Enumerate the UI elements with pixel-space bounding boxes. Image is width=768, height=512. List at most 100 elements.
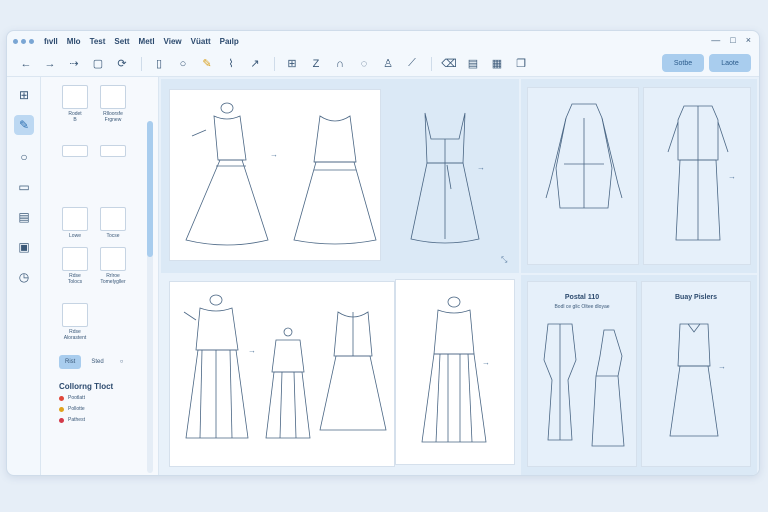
circle-icon[interactable]: ○ bbox=[172, 55, 194, 73]
canvas-panel: → bbox=[521, 79, 757, 273]
design-canvas[interactable]: → → ⤡ → → → Postal 110 Bodl ce glic Olte… bbox=[159, 77, 759, 475]
zigzag-icon[interactable]: Z bbox=[305, 55, 327, 73]
dress-sketch bbox=[669, 323, 719, 437]
legend-item[interactable]: Pathest bbox=[59, 417, 85, 423]
dress-sketch bbox=[591, 329, 625, 447]
toolbar-divider bbox=[274, 56, 275, 71]
menu-file[interactable]: fıvll bbox=[44, 37, 58, 46]
library-item[interactable]: Tocse bbox=[93, 207, 133, 239]
rotate-icon[interactable]: ◌ bbox=[353, 55, 375, 73]
canvas-panel: → → ⤡ bbox=[161, 79, 519, 273]
menu-set[interactable]: Sett bbox=[114, 37, 129, 46]
menu-bar: fıvll Mlo Test Sett Metl View Vüatt Paıl… bbox=[7, 31, 759, 51]
back-icon[interactable]: ← bbox=[15, 55, 37, 73]
menu-text[interactable]: Test bbox=[90, 37, 106, 46]
scrollbar-thumb[interactable] bbox=[147, 121, 153, 257]
legend-label: Pootlatt bbox=[68, 395, 85, 401]
library-scrollbar[interactable] bbox=[147, 121, 153, 473]
sketch-card[interactable]: Buay Pislers → bbox=[641, 281, 751, 467]
library-item[interactable]: Rrlroe Tomelygller bbox=[93, 247, 133, 285]
lasso-icon[interactable]: ⟋ bbox=[401, 55, 423, 73]
grid-icon[interactable]: ⊞ bbox=[281, 55, 303, 73]
minimize-icon[interactable]: — bbox=[711, 35, 720, 45]
arrow-icon: → bbox=[248, 346, 256, 355]
library-item-label: Rdse Alorastent bbox=[63, 329, 87, 341]
forward-icon[interactable]: → bbox=[39, 55, 61, 73]
circle-icon[interactable]: ○ bbox=[14, 147, 34, 167]
layers-icon[interactable]: ▤ bbox=[462, 55, 484, 73]
file-icon[interactable]: ▢ bbox=[87, 55, 109, 73]
dress-sketch bbox=[410, 112, 480, 244]
dress-sketch bbox=[265, 327, 311, 439]
maximize-icon[interactable]: □ bbox=[730, 35, 735, 45]
grid-icon[interactable]: ⊞ bbox=[14, 85, 34, 105]
toolbar-button-secondary[interactable]: Laote bbox=[709, 54, 751, 72]
library-item-label: Tocse bbox=[106, 233, 120, 239]
library-thumbnail bbox=[62, 145, 88, 157]
library-thumbnail bbox=[62, 207, 88, 231]
curve-icon[interactable]: ↗ bbox=[244, 55, 266, 73]
library-item-label: Lowe bbox=[69, 233, 81, 239]
library-item[interactable]: Rodet B bbox=[55, 85, 95, 123]
menu-help[interactable]: Paılp bbox=[220, 37, 239, 46]
library-item[interactable] bbox=[93, 145, 133, 159]
library-thumbnail bbox=[100, 207, 126, 231]
library-item[interactable] bbox=[55, 145, 95, 159]
eraser-icon[interactable]: ⌫ bbox=[438, 55, 460, 73]
menu-window[interactable]: Vüatt bbox=[191, 37, 211, 46]
toolbar-divider bbox=[431, 56, 432, 71]
pen-icon[interactable]: ✎ bbox=[196, 55, 218, 73]
arrow-icon: → bbox=[477, 163, 485, 172]
arrow-icon: → bbox=[482, 358, 490, 367]
color-swatch bbox=[59, 417, 64, 423]
filter-chip[interactable]: Sted bbox=[85, 355, 109, 369]
clock-icon[interactable]: ◷ bbox=[14, 267, 34, 287]
card-subtitle: Bodl ce glic Oltee dloyae bbox=[554, 304, 610, 310]
menu-edit[interactable]: Mlo bbox=[67, 37, 81, 46]
menu-meta[interactable]: Metl bbox=[139, 37, 155, 46]
filter-chip[interactable]: ○ bbox=[114, 355, 130, 369]
grid-view-icon[interactable]: ▦ bbox=[486, 55, 508, 73]
section-title: Collorng Tloct bbox=[59, 382, 114, 391]
sketch-card[interactable]: → bbox=[643, 87, 751, 265]
tool-rail: ⊞ ✎ ○ ▭ ▤ ▣ ◷ ▲ bbox=[7, 77, 41, 475]
monitor-icon[interactable]: ▭ bbox=[14, 177, 34, 197]
canvas-panel: → → bbox=[161, 275, 519, 475]
brush-icon[interactable]: ✎ bbox=[14, 115, 34, 135]
filter-chips: Rist Sted ○ bbox=[59, 355, 129, 369]
history-icon[interactable]: ⟳ bbox=[111, 55, 133, 73]
library-item[interactable]: Lowe bbox=[55, 207, 95, 239]
sketch-card[interactable]: → bbox=[169, 281, 395, 467]
person-icon[interactable]: ♙ bbox=[377, 55, 399, 73]
library-item[interactable]: Rlloorsfe Frgnew bbox=[93, 85, 133, 123]
arrow-icon: → bbox=[270, 150, 278, 159]
library-item-label: Rrlroe Tomelygller bbox=[100, 273, 126, 285]
library-item[interactable]: Rdse Tolocs bbox=[55, 247, 95, 285]
filter-chip[interactable]: Rist bbox=[59, 355, 82, 369]
library-thumbnail bbox=[62, 303, 88, 327]
app-logo bbox=[13, 38, 34, 44]
legend-item[interactable]: Pollotte bbox=[59, 406, 85, 412]
menu-view[interactable]: View bbox=[164, 37, 182, 46]
library-item[interactable]: Rdse Alorastent bbox=[55, 303, 95, 341]
document-icon[interactable]: ▤ bbox=[14, 207, 34, 227]
legend-item[interactable]: Pootlatt bbox=[59, 395, 85, 401]
card-title: Postal 110 bbox=[564, 294, 600, 301]
page-icon[interactable]: ▯ bbox=[148, 55, 170, 73]
dress-sketch bbox=[319, 311, 387, 431]
dress-sketch bbox=[185, 102, 269, 246]
pin-icon[interactable]: ⌇ bbox=[220, 55, 242, 73]
toolbar-button-primary[interactable]: Sotbe bbox=[662, 54, 704, 72]
sketch-card[interactable] bbox=[527, 87, 639, 265]
copy-icon[interactable]: ❐ bbox=[510, 55, 532, 73]
close-icon[interactable]: × bbox=[746, 35, 751, 45]
sketch-card[interactable]: Postal 110 Bodl ce glic Oltee dloyae bbox=[527, 281, 637, 467]
library-thumbnail bbox=[100, 247, 126, 271]
sketch-card[interactable]: → bbox=[395, 279, 515, 465]
magnet-icon[interactable]: ∩ bbox=[329, 55, 351, 73]
resize-icon[interactable]: ⤡ bbox=[501, 255, 507, 265]
redo-icon[interactable]: ⇢ bbox=[63, 55, 85, 73]
library-item-label: Rdse Tolocs bbox=[67, 273, 83, 285]
panel-icon[interactable]: ▣ bbox=[14, 237, 34, 257]
sketch-card[interactable]: → bbox=[169, 89, 381, 261]
